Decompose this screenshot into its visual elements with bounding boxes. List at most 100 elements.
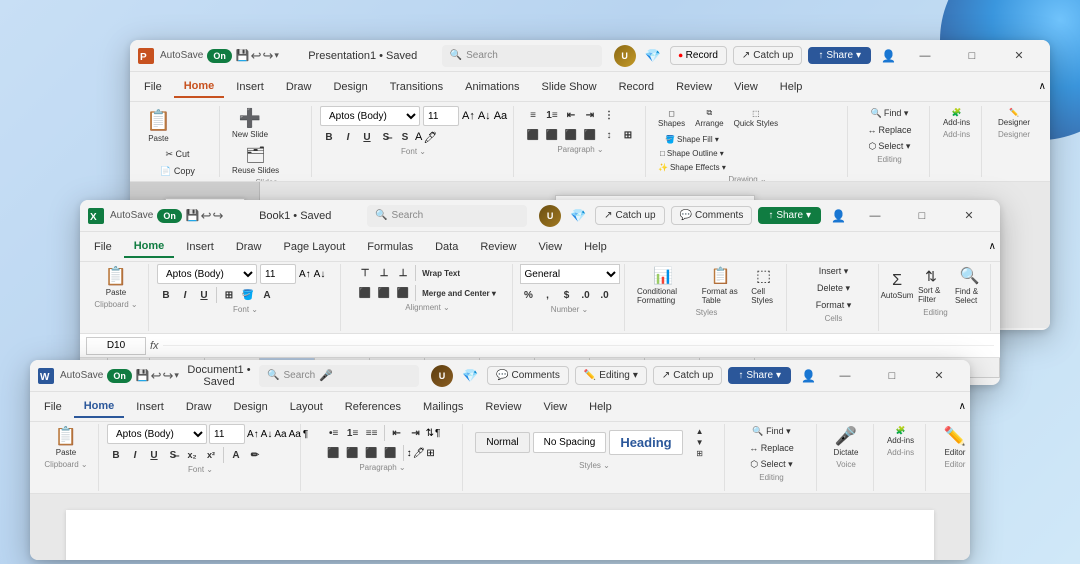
more-icon[interactable]: ▾ xyxy=(174,370,179,381)
ppt-tab-help[interactable]: Help xyxy=(770,77,813,97)
word-tab-view[interactable]: View xyxy=(533,397,577,417)
word-bullets-btn[interactable]: •≡ xyxy=(325,424,343,442)
word-editing-btn[interactable]: ✏️ Editing ▾ xyxy=(575,366,647,385)
select-button[interactable]: ⬡ Select ▾ xyxy=(863,139,915,154)
xl-tab-formulas[interactable]: Formulas xyxy=(357,237,423,257)
save-icon[interactable]: 💾 xyxy=(236,49,250,62)
word-autosave-toggle[interactable]: On xyxy=(107,369,132,383)
fontsize-increase-icon[interactable]: A↑ xyxy=(247,429,259,440)
save-icon[interactable]: 💾 xyxy=(136,369,150,382)
word-font-select[interactable]: Aptos (Body) xyxy=(107,424,207,444)
ppt-font-size[interactable] xyxy=(423,106,459,126)
ppt-tab-record[interactable]: Record xyxy=(609,77,664,97)
xl-percent-btn[interactable]: % xyxy=(520,286,538,304)
accessibility-icon[interactable]: 👤 xyxy=(801,369,816,383)
word-styles-more-btn[interactable]: ⊞ xyxy=(686,448,714,458)
fontsize-decrease-icon[interactable]: A↓ xyxy=(314,269,326,280)
bullets-button[interactable]: ≡ xyxy=(524,106,542,124)
indent-less-button[interactable]: ⇤ xyxy=(562,106,580,124)
word-ribbon-collapse[interactable]: ∧ xyxy=(959,401,966,412)
xl-center-align-btn[interactable]: ⬛ xyxy=(375,284,393,302)
word-subscript-button[interactable]: x₂ xyxy=(183,446,201,464)
ppt-autosave-toggle[interactable]: On xyxy=(207,49,232,63)
accessibility-icon[interactable]: 👤 xyxy=(831,209,846,223)
ppt-font-select[interactable]: Aptos (Body) xyxy=(320,106,420,126)
shape-effects-btn[interactable]: ✨ Shape Effects ▾ xyxy=(654,161,730,174)
word-font-size[interactable] xyxy=(209,424,245,444)
xl-share-btn[interactable]: ↑ Share ▾ xyxy=(758,207,821,224)
xl-bot-align-btn[interactable]: ⊥ xyxy=(394,264,412,282)
xl-diamond[interactable]: 💎 xyxy=(567,205,589,227)
xl-insert-btn[interactable]: Insert ▾ xyxy=(812,264,856,279)
xl-border-button[interactable]: ⊞ xyxy=(220,286,238,304)
word-tab-help[interactable]: Help xyxy=(579,397,622,417)
word-styles-up-btn[interactable]: ▲ xyxy=(686,426,714,436)
save-icon[interactable]: 💾 xyxy=(186,209,200,222)
word-underline-button[interactable]: U xyxy=(145,446,163,464)
xl-search[interactable]: 🔍 Search xyxy=(367,205,527,227)
align-left-button[interactable]: ⬛ xyxy=(524,126,542,144)
ppt-tab-draw[interactable]: Draw xyxy=(276,77,322,97)
xl-tab-insert[interactable]: Insert xyxy=(176,237,224,257)
undo-icon[interactable]: ↩ xyxy=(251,48,262,64)
word-search[interactable]: 🔍 Search 🎤 xyxy=(259,365,419,387)
word-editor-button[interactable]: ✏️ Editor xyxy=(940,424,970,459)
accessibility-icon[interactable]: 👤 xyxy=(881,49,896,63)
shape-fill-btn[interactable]: 🪣 Shape Fill ▾ xyxy=(654,133,730,146)
ppt-layout-btn[interactable]: 🗂 Reuse Slides xyxy=(228,143,283,177)
xl-conditional-btn[interactable]: 📊 Conditional Formatting xyxy=(633,264,694,307)
redo-icon[interactable]: ↪ xyxy=(212,208,223,224)
xl-tab-draw[interactable]: Draw xyxy=(226,237,272,257)
word-strikethrough-button[interactable]: S̶ xyxy=(164,446,182,464)
ppt-cut-btn[interactable]: ✂ Cut xyxy=(142,147,213,162)
ppt-tab-insert[interactable]: Insert xyxy=(226,77,274,97)
replace-button[interactable]: ↔ Replace xyxy=(863,123,915,137)
word-dictate-btn[interactable]: 🎤 Dictate xyxy=(830,424,863,459)
word-linespacing-btn[interactable]: ↕ xyxy=(407,448,412,459)
word-minimize-button[interactable]: — xyxy=(822,360,868,392)
redo-icon[interactable]: ↪ xyxy=(262,48,273,64)
word-ajustify-btn[interactable]: ⬛ xyxy=(382,444,400,462)
find-button[interactable]: 🔍 Find ▾ xyxy=(863,106,915,121)
word-styles-down-btn[interactable]: ▼ xyxy=(686,437,714,447)
numbering-button[interactable]: 1≡ xyxy=(543,106,561,124)
word-tab-insert[interactable]: Insert xyxy=(126,397,174,417)
arrange-button[interactable]: ⧉ Arrange xyxy=(691,106,727,130)
xl-avatar[interactable]: U xyxy=(539,205,561,227)
word-italic-button[interactable]: I xyxy=(126,446,144,464)
xl-tab-view[interactable]: View xyxy=(528,237,572,257)
xl-tab-review[interactable]: Review xyxy=(470,237,526,257)
ppt-tab-home[interactable]: Home xyxy=(174,76,225,98)
word-sort-btn[interactable]: ⇅ xyxy=(426,428,434,439)
ppt-tab-transitions[interactable]: Transitions xyxy=(380,77,453,97)
ppt-tab-view[interactable]: View xyxy=(724,77,768,97)
word-tab-review[interactable]: Review xyxy=(475,397,531,417)
shape-outline-btn[interactable]: □ Shape Outline ▾ xyxy=(654,147,730,160)
fontsize-decrease-icon[interactable]: A↓ xyxy=(478,110,491,122)
ppt-newslide-btn[interactable]: ➕ New Slide xyxy=(228,106,272,141)
word-borders-btn[interactable]: ⊞ xyxy=(426,448,434,459)
xl-fill-color-btn[interactable]: 🪣 xyxy=(239,286,257,304)
word-outdent-btn[interactable]: ⇤ xyxy=(388,424,406,442)
xl-paste-btn[interactable]: 📋 Paste xyxy=(101,264,131,299)
word-bold-button[interactable]: B xyxy=(107,446,125,464)
xl-tab-home[interactable]: Home xyxy=(124,236,175,258)
xl-tab-file[interactable]: File xyxy=(84,237,122,257)
text-direction-button[interactable]: ↕ xyxy=(600,126,618,144)
xl-autosave-toggle[interactable]: On xyxy=(157,209,182,223)
xl-underline-button[interactable]: U xyxy=(195,286,213,304)
xl-formula-input[interactable] xyxy=(163,345,994,346)
word-share-btn[interactable]: ↑ Share ▾ xyxy=(728,367,791,384)
xl-comma-btn[interactable]: , xyxy=(539,286,557,304)
word-catchup-btn[interactable]: ↗ Catch up xyxy=(653,366,722,385)
word-select-btn[interactable]: ⬡ Select ▾ xyxy=(745,457,798,472)
word-tab-draw[interactable]: Draw xyxy=(176,397,222,417)
xl-number-format-select[interactable]: General xyxy=(520,264,620,284)
xl-ribbon-collapse[interactable]: ∧ xyxy=(989,241,996,252)
ppt-diamond[interactable]: 💎 xyxy=(642,45,664,67)
addin-button[interactable]: 🧩 Add-ins xyxy=(939,106,974,129)
strikethrough-button[interactable]: S̶ xyxy=(377,128,395,146)
xl-left-align-btn[interactable]: ⬛ xyxy=(356,284,374,302)
col-count-button[interactable]: ⋮ xyxy=(600,106,618,124)
word-maximize-button[interactable]: □ xyxy=(869,360,915,392)
